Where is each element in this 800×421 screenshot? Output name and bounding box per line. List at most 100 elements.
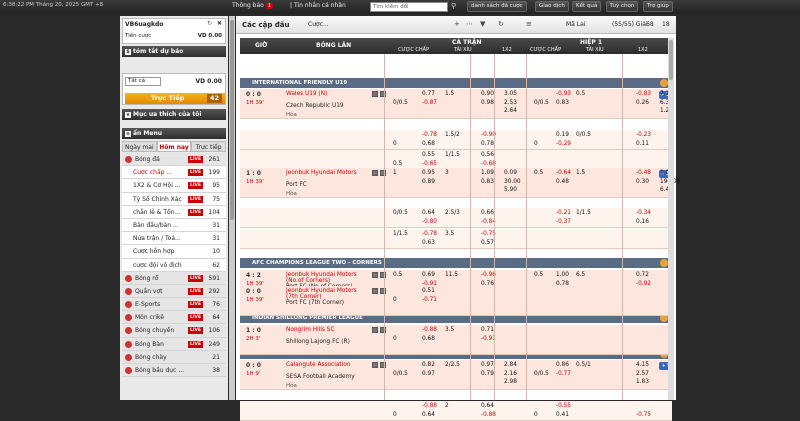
- away-team[interactable]: Shillong Lajong FC (R): [286, 339, 368, 345]
- league-count[interactable]: (55/55) Giải: [612, 21, 648, 28]
- betslip-select[interactable]: Tất cả: [125, 77, 161, 86]
- odds-cell[interactable]: 0.64: [422, 210, 435, 216]
- odds-cell[interactable]: 0.95: [422, 170, 435, 176]
- odds-scroll-thumb[interactable]: [669, 40, 673, 80]
- odds-cell[interactable]: 0.26: [636, 100, 649, 106]
- stream-icon[interactable]: [380, 327, 386, 333]
- odds-cell[interactable]: 1.83: [636, 379, 649, 385]
- refresh-icon[interactable]: ↻: [207, 20, 212, 27]
- odds-cell[interactable]: 0.63: [422, 240, 435, 246]
- notice-link[interactable]: Thông báo 1: [232, 2, 274, 9]
- odds-cell[interactable]: 2.98: [504, 379, 517, 385]
- odds-cell[interactable]: -0.21: [556, 210, 571, 216]
- odds-cell[interactable]: 0.41: [556, 412, 569, 418]
- sport-item[interactable]: Nửa trận / Toả... 31: [122, 232, 226, 246]
- sport-item[interactable]: chẵn lẻ & Tổn... LIVE 104: [122, 205, 226, 219]
- odds-cell[interactable]: 0.89: [422, 179, 435, 185]
- odds-cell[interactable]: 0.48: [556, 179, 569, 185]
- odds-cell[interactable]: -0.23: [636, 132, 651, 138]
- odds-cell[interactable]: -0.88: [422, 403, 437, 409]
- home-team[interactable]: Jeonbuk Hyundai Motors (7th Corner): [286, 288, 368, 300]
- odds-scrollbar[interactable]: [668, 38, 674, 400]
- sport-item[interactable]: Bóng đá LIVE 261: [122, 153, 226, 167]
- collapse-icon[interactable]: [660, 79, 668, 87]
- tab-today[interactable]: Hôm nay: [156, 141, 192, 152]
- sport-item[interactable]: Bóng chuyền LIVE 106: [122, 324, 226, 338]
- odds-cell[interactable]: -0.83: [636, 91, 651, 97]
- odds-cell[interactable]: 0.68: [422, 336, 435, 342]
- odds-cell[interactable]: 0.78: [481, 141, 494, 147]
- plus-icon[interactable]: +: [454, 20, 460, 28]
- home-team[interactable]: Nongrim Hills SC: [286, 327, 368, 333]
- odds-cell[interactable]: 0.82: [422, 362, 435, 368]
- search-input[interactable]: Tìm kiếm đối: [370, 2, 448, 12]
- home-team[interactable]: Jeonbuk Hyundai Motors: [286, 170, 368, 176]
- odds-format-select[interactable]: Mã Lai: [566, 21, 585, 28]
- away-team[interactable]: SESA Football Academy: [286, 374, 368, 380]
- list-icon[interactable]: ≡: [526, 20, 532, 28]
- odds-cell[interactable]: -0.29: [556, 141, 571, 147]
- odds-cell[interactable]: 0.71: [481, 327, 494, 333]
- stats-icon[interactable]: [372, 362, 378, 368]
- odds-cell[interactable]: 0.51: [422, 288, 435, 294]
- odds-cell[interactable]: 0.77: [422, 91, 435, 97]
- odds-cell[interactable]: 0.83: [481, 179, 494, 185]
- odds-cell[interactable]: -0.64: [556, 170, 571, 176]
- odds-cell[interactable]: 3.05: [504, 91, 517, 97]
- stats-icon[interactable]: [372, 272, 378, 278]
- odds-cell[interactable]: -0.37: [556, 219, 571, 225]
- help-button[interactable]: Trợ giúp: [643, 1, 673, 12]
- league-header[interactable]: AFC CHAMPIONS LEAGUE TWO - CORNERS: [240, 258, 672, 268]
- home-team[interactable]: Jeonbuk Hyundai Motors (No.of Corners): [286, 272, 368, 284]
- close-icon[interactable]: ✖: [217, 20, 222, 27]
- stats-icon[interactable]: [372, 91, 378, 97]
- odds-cell[interactable]: 0.57: [481, 240, 494, 246]
- odds-cell[interactable]: -0.88: [422, 327, 437, 333]
- odds-cell[interactable]: 0.19: [556, 132, 569, 138]
- odds-cell[interactable]: 0.72: [636, 272, 649, 278]
- odds-cell[interactable]: -0.77: [556, 371, 571, 377]
- stream-icon[interactable]: [380, 91, 386, 97]
- odds-cell[interactable]: 0.09: [504, 170, 517, 176]
- stream-icon[interactable]: [380, 288, 386, 294]
- odds-cell[interactable]: 4.15: [636, 362, 649, 368]
- odds-cell[interactable]: -0.80: [422, 219, 437, 225]
- tab-tomorrow[interactable]: Ngày mai: [122, 141, 157, 152]
- bet-list-button[interactable]: danh sách đã cược: [467, 1, 527, 12]
- sidebar-scrollbar[interactable]: [229, 16, 235, 400]
- transactions-button[interactable]: Giao dịch: [535, 1, 569, 12]
- away-team[interactable]: Czech Republic U19: [286, 103, 368, 109]
- collapse-icon[interactable]: [660, 259, 668, 267]
- odds-cell[interactable]: 0.64: [481, 403, 494, 409]
- league-header[interactable]: INTERNATIONAL FRIENDLY U19: [240, 78, 672, 88]
- odds-cell[interactable]: 0.97: [422, 371, 435, 377]
- odds-cell[interactable]: -0.34: [636, 210, 651, 216]
- odds-cell[interactable]: -0.93: [556, 91, 571, 97]
- sport-item[interactable]: Bàn đầu/bàn ... 31: [122, 218, 226, 233]
- odds-cell[interactable]: 0.64: [422, 412, 435, 418]
- messages-link[interactable]: | Tin nhắn cá nhân: [290, 2, 346, 9]
- stats-icon[interactable]: [372, 327, 378, 333]
- stats-icon[interactable]: [372, 288, 378, 294]
- odds-cell[interactable]: -0.71: [422, 297, 437, 303]
- odds-cell[interactable]: 0.69: [422, 272, 435, 278]
- odds-cell[interactable]: 0.30: [636, 179, 649, 185]
- odds-cell[interactable]: 30.00: [504, 179, 521, 185]
- odds-cell[interactable]: 2.57: [636, 371, 649, 377]
- menu-header[interactable]: ≡ ẩn Menu: [122, 128, 226, 139]
- sport-item[interactable]: Bóng bầu dục ... 38: [122, 364, 226, 378]
- odds-cell[interactable]: 0.90: [481, 91, 494, 97]
- sport-item[interactable]: Bóng Bàn LIVE 249: [122, 337, 226, 351]
- odds-cell[interactable]: 2.84: [504, 362, 517, 368]
- odds-cell[interactable]: 0.66: [481, 210, 494, 216]
- refresh-icon[interactable]: ↻: [498, 20, 504, 28]
- odds-cell[interactable]: -0.48: [636, 170, 651, 176]
- odds-cell[interactable]: -0.75: [636, 412, 651, 418]
- sport-item[interactable]: E-Sports LIVE 76: [122, 298, 226, 312]
- live-button[interactable]: Trực Tiếp 42: [125, 93, 225, 104]
- odds-cell[interactable]: 5.90: [504, 187, 517, 193]
- odds-cell[interactable]: 0.79: [481, 371, 494, 377]
- away-team[interactable]: Port FC (7th Corner): [286, 300, 368, 306]
- odds-cell[interactable]: 2.53: [504, 100, 517, 106]
- stream-icon[interactable]: [380, 170, 386, 176]
